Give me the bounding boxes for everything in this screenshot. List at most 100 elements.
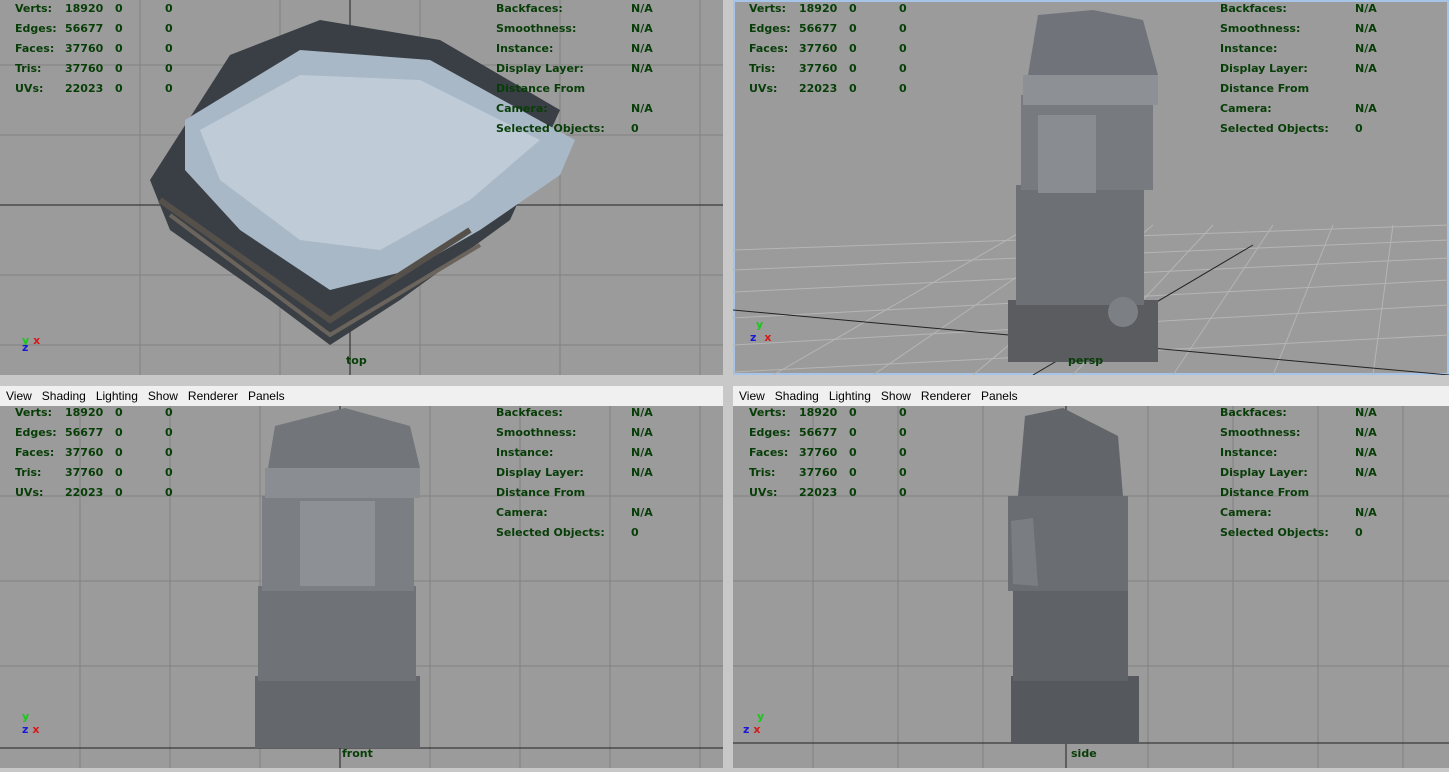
hud-stat-v2: 0 <box>849 466 857 479</box>
axis-gizmo-side: y zx <box>743 710 765 736</box>
hud-detail-row: Backfaces: N/A <box>1220 0 1377 19</box>
menu-show[interactable]: Show <box>881 389 911 403</box>
hud-object-details-side: Backfaces: N/A Smoothness: N/A Instance: N/A D… <box>1220 403 1377 543</box>
hud-stat-v3: 0 <box>165 486 173 499</box>
hud-detail-row: Instance: N/A <box>1220 443 1377 463</box>
hud-stat-row: Tris: 37760 0 0 <box>15 463 195 483</box>
hud-stat-v3: 0 <box>165 2 173 15</box>
hud-detail-label: Instance: <box>496 446 554 459</box>
hud-stat-v2: 0 <box>849 406 857 419</box>
axis-gizmo-front: y zx <box>22 710 40 736</box>
statue-persp-model <box>1008 10 1158 362</box>
hud-detail-value: N/A <box>631 62 653 75</box>
hud-stat-row: UVs: 22023 0 0 <box>15 483 195 503</box>
hud-stat-label: Faces: <box>15 446 55 459</box>
hud-detail-label: Display Layer: <box>1220 62 1308 75</box>
hud-stat-row: Faces: 37760 0 0 <box>15 443 195 463</box>
menu-show[interactable]: Show <box>148 389 178 403</box>
menu-shading[interactable]: Shading <box>42 389 86 403</box>
hud-stat-v2: 0 <box>115 426 123 439</box>
hud-stat-v3: 0 <box>899 406 907 419</box>
hud-stat-v2: 0 <box>115 62 123 75</box>
hud-detail-row: Backfaces: N/A <box>496 0 653 19</box>
hud-detail-value: N/A <box>631 466 653 479</box>
hud-detail-value: N/A <box>1355 426 1377 439</box>
menu-renderer[interactable]: Renderer <box>921 389 971 403</box>
hud-detail-label: Selected Objects: <box>496 526 605 539</box>
hud-stat-row: Verts: 18920 0 0 <box>749 403 929 423</box>
hud-stat-v2: 0 <box>849 426 857 439</box>
hud-poly-stats-persp: Verts: 18920 0 0 Edges: 56677 0 0 Faces: 37760 0 0 T… <box>749 0 929 99</box>
hud-stat-v1: 37760 <box>65 466 104 479</box>
hud-detail-row: Selected Objects: 0 <box>496 119 653 139</box>
hud-stat-v1: 22023 <box>799 82 838 95</box>
hud-stat-v3: 0 <box>899 2 907 15</box>
hud-stat-v3: 0 <box>165 426 173 439</box>
hud-stat-v1: 18920 <box>799 2 838 15</box>
hud-detail-value: N/A <box>1355 506 1377 519</box>
hud-detail-value: 0 <box>631 122 639 135</box>
menu-panels[interactable]: Panels <box>981 389 1018 403</box>
hud-detail-row: Smoothness: N/A <box>496 423 653 443</box>
hud-detail-value: N/A <box>631 506 653 519</box>
hud-stat-v2: 0 <box>115 406 123 419</box>
hud-stat-v3: 0 <box>165 42 173 55</box>
axis-gizmo-persp: y zx <box>750 318 772 344</box>
hud-stat-v2: 0 <box>115 2 123 15</box>
hud-detail-label: Smoothness: <box>496 426 577 439</box>
hud-stat-row: UVs: 22023 0 0 <box>15 79 195 99</box>
hud-stat-v1: 22023 <box>799 486 838 499</box>
hud-stat-row: Edges: 56677 0 0 <box>15 19 195 39</box>
hud-stat-label: Tris: <box>15 466 42 479</box>
menu-shading[interactable]: Shading <box>775 389 819 403</box>
hud-detail-row: Smoothness: N/A <box>1220 19 1377 39</box>
hud-stat-row: Tris: 37760 0 0 <box>749 463 929 483</box>
menu-panels[interactable]: Panels <box>248 389 285 403</box>
menu-lighting[interactable]: Lighting <box>96 389 138 403</box>
hud-stat-row: Faces: 37760 0 0 <box>749 39 929 59</box>
camera-name-top: top <box>346 354 367 367</box>
hud-detail-value: 0 <box>631 526 639 539</box>
hud-detail-row: Distance From Camera: N/A <box>1220 483 1377 523</box>
hud-stat-v2: 0 <box>849 62 857 75</box>
hud-stat-label: Verts: <box>15 406 53 419</box>
hud-stat-v1: 56677 <box>65 22 104 35</box>
hud-stat-label: Edges: <box>749 22 791 35</box>
menu-renderer[interactable]: Renderer <box>188 389 238 403</box>
hud-stat-v2: 0 <box>115 42 123 55</box>
hud-stat-v2: 0 <box>849 82 857 95</box>
hud-detail-row: Display Layer: N/A <box>1220 59 1377 79</box>
hud-stat-row: Verts: 18920 0 0 <box>15 0 195 19</box>
hud-detail-value: N/A <box>631 2 653 15</box>
hud-detail-row: Selected Objects: 0 <box>1220 523 1377 543</box>
hud-stat-row: UVs: 22023 0 0 <box>749 483 929 503</box>
hud-detail-label: Smoothness: <box>496 22 577 35</box>
hud-stat-v2: 0 <box>849 42 857 55</box>
hud-detail-row: Selected Objects: 0 <box>1220 119 1377 139</box>
hud-stat-v1: 37760 <box>799 62 838 75</box>
hud-detail-label: Distance From Camera: <box>1220 486 1310 519</box>
camera-name-persp: persp <box>1068 354 1104 367</box>
hud-detail-row: Display Layer: N/A <box>496 463 653 483</box>
hud-detail-row: Smoothness: N/A <box>496 19 653 39</box>
hud-poly-stats-top: Verts: 18920 0 0 Edges: 56677 0 0 Faces: 37760 0 0 T… <box>15 0 195 99</box>
hud-stat-v1: 37760 <box>799 466 838 479</box>
hud-stat-v3: 0 <box>165 82 173 95</box>
axis-gizmo-top: yx z <box>22 334 41 354</box>
hud-stat-v3: 0 <box>165 466 173 479</box>
hud-detail-value: N/A <box>631 42 653 55</box>
hud-detail-label: Display Layer: <box>496 466 584 479</box>
hud-stat-v3: 0 <box>165 22 173 35</box>
hud-stat-v2: 0 <box>849 2 857 15</box>
menu-lighting[interactable]: Lighting <box>829 389 871 403</box>
hud-stat-v2: 0 <box>115 446 123 459</box>
hud-stat-v2: 0 <box>849 486 857 499</box>
hud-stat-row: Edges: 56677 0 0 <box>749 423 929 443</box>
hud-detail-label: Distance From Camera: <box>496 82 586 115</box>
menu-view[interactable]: View <box>6 389 32 403</box>
hud-detail-value: 0 <box>1355 122 1363 135</box>
hud-stat-v2: 0 <box>849 22 857 35</box>
hud-detail-value: N/A <box>631 446 653 459</box>
menu-view[interactable]: View <box>739 389 765 403</box>
hud-stat-v1: 37760 <box>799 42 838 55</box>
